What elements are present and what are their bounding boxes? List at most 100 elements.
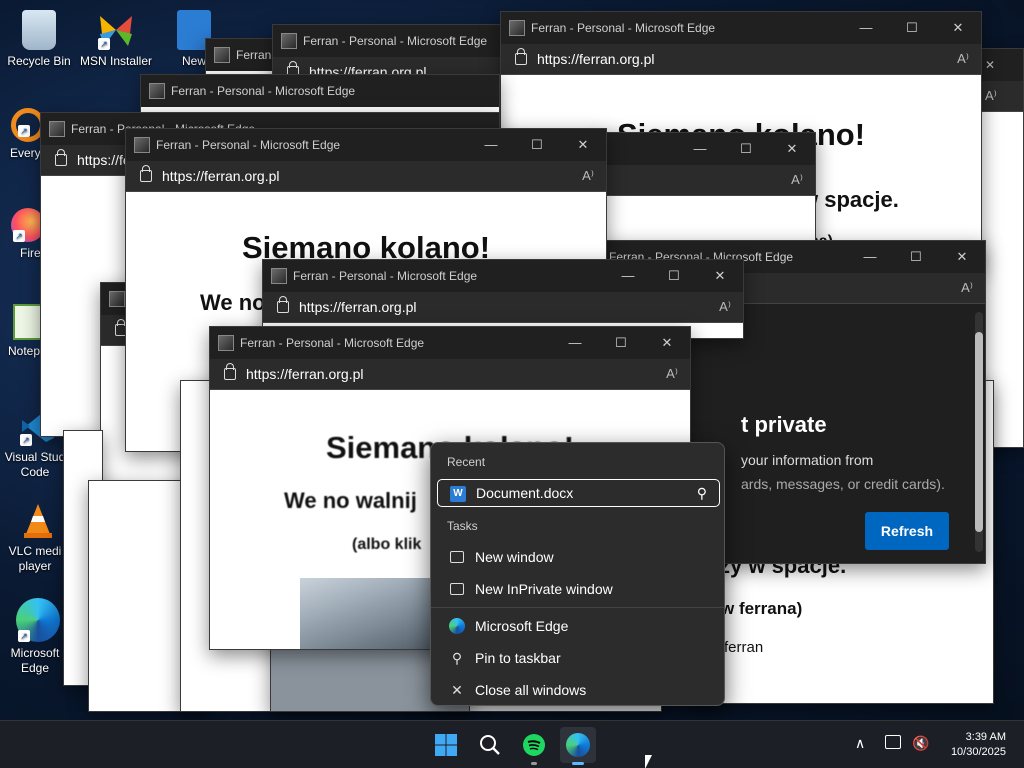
close-icon[interactable]: ✕ <box>985 58 995 72</box>
separator <box>431 607 724 608</box>
windows-logo-icon <box>435 734 457 756</box>
maximize-icon[interactable]: ☐ <box>893 241 939 273</box>
desktop-icon-msn-installer[interactable]: ↗ MSN Installer <box>78 10 154 69</box>
search-button[interactable] <box>472 727 508 763</box>
running-indicator <box>572 762 584 765</box>
lock-icon <box>140 165 152 182</box>
maximize-icon[interactable]: ☐ <box>514 129 560 161</box>
favicon <box>49 121 65 137</box>
jumplist-tasks-header: Tasks <box>447 519 478 533</box>
address-url[interactable]: https://ferran.org.pl <box>299 299 417 315</box>
shortcut-arrow-icon: ↗ <box>20 434 32 446</box>
jumplist-item-pin-to-taskbar[interactable]: ⚲ Pin to taskbar <box>437 644 720 672</box>
lock-icon <box>55 149 67 166</box>
network-icon[interactable] <box>885 735 901 749</box>
maximize-icon[interactable]: ☐ <box>651 260 697 292</box>
close-icon[interactable]: ✕ <box>644 327 690 359</box>
favicon <box>509 20 525 36</box>
read-aloud-icon[interactable]: A⁾ <box>961 280 973 296</box>
scrollbar[interactable] <box>975 312 983 552</box>
refresh-button[interactable]: Refresh <box>865 512 949 550</box>
desktop-icon-label: Microsoft Edge <box>10 646 60 675</box>
edge-taskbar-button[interactable] <box>560 727 596 765</box>
shortcut-arrow-icon: ↗ <box>18 125 30 137</box>
close-icon[interactable]: ✕ <box>769 133 815 165</box>
jumplist-item-new-inprivate[interactable]: New InPrivate window <box>437 575 720 603</box>
system-clock[interactable]: 3:39 AM 10/30/2025 <box>951 730 1006 760</box>
desktop-icon-label: MSN Installer <box>79 54 153 68</box>
desktop-icon-recycle-bin[interactable]: Recycle Bin <box>1 10 77 69</box>
speaker-muted-icon[interactable]: 🔇 <box>912 735 929 752</box>
favicon <box>149 83 165 99</box>
window-title: Ferran - Personal - Microsoft Edge <box>240 336 425 350</box>
running-indicator <box>531 762 537 765</box>
close-icon: ✕ <box>451 682 463 698</box>
favicon <box>134 137 150 153</box>
inprivate-window-icon <box>450 583 464 595</box>
read-aloud-icon[interactable]: A⁾ <box>791 172 803 188</box>
window-title: Ferran <box>236 48 272 62</box>
minimize-icon[interactable]: — <box>677 133 723 165</box>
recycle-bin-icon <box>22 10 56 50</box>
spotify-taskbar-button[interactable] <box>516 727 552 765</box>
minimize-icon[interactable]: — <box>843 12 889 44</box>
maximize-icon[interactable]: ☐ <box>889 12 935 44</box>
read-aloud-icon[interactable]: A⁾ <box>582 168 594 184</box>
jumplist-item-microsoft-edge[interactable]: Microsoft Edge <box>437 612 720 640</box>
minimize-icon[interactable]: — <box>468 129 514 161</box>
read-aloud-icon[interactable]: A⁾ <box>719 299 731 315</box>
window-title: Ferran - Personal - Microsoft Edge <box>171 84 356 98</box>
window-title: Ferran - Personal - Microsoft Edge <box>531 21 716 35</box>
edge-icon <box>566 733 590 757</box>
private-dialog-text: your information from <box>741 452 874 468</box>
read-aloud-icon[interactable]: A⁾ <box>957 51 969 67</box>
favicon <box>271 268 287 284</box>
minimize-icon[interactable]: — <box>552 327 598 359</box>
close-icon[interactable]: ✕ <box>935 12 981 44</box>
spotify-icon <box>523 734 545 756</box>
favicon <box>214 47 230 63</box>
minimize-icon[interactable]: — <box>847 241 893 273</box>
shortcut-arrow-icon: ↗ <box>98 38 110 50</box>
address-url[interactable]: https://ferran.org.pl <box>246 366 364 382</box>
jumplist-item-close-all[interactable]: ✕ Close all windows <box>437 676 720 704</box>
jumplist-item-label: New window <box>475 549 554 565</box>
close-icon[interactable]: ✕ <box>939 241 985 273</box>
read-aloud-icon[interactable]: A⁾ <box>666 366 678 382</box>
jumplist-item-label: Pin to taskbar <box>475 650 561 666</box>
word-doc-icon: W <box>450 486 466 502</box>
favicon <box>281 33 297 49</box>
page-text: w ferrana) <box>721 599 803 618</box>
desktop-icon-label: VLC medi player <box>8 544 62 573</box>
address-url[interactable]: https://ferran.org.pl <box>537 51 655 67</box>
jumplist-item-label: Document.docx <box>476 485 574 501</box>
lock-icon <box>515 48 527 65</box>
pin-icon[interactable]: ⚲ <box>697 485 707 502</box>
desktop-icon-label: Visual Stud Code <box>4 450 66 479</box>
maximize-icon[interactable]: ☐ <box>598 327 644 359</box>
shortcut-arrow-icon: ↗ <box>18 630 30 642</box>
minimize-icon[interactable]: — <box>605 260 651 292</box>
jumplist-item-label: Microsoft Edge <box>475 618 569 634</box>
start-button[interactable] <box>428 727 464 763</box>
show-hidden-icons-chevron[interactable]: ∧ <box>855 735 865 752</box>
jumplist-recent-header: Recent <box>447 455 486 469</box>
close-icon[interactable]: ✕ <box>697 260 743 292</box>
desktop: Recycle Bin ↗ MSN Installer New ↗ Everyt… <box>0 0 1024 720</box>
window-title: Ferran - Personal - Microsoft Edge <box>293 269 478 283</box>
read-aloud-icon[interactable]: A⁾ <box>985 88 997 104</box>
vlc-cone-icon <box>18 500 58 540</box>
shark-image <box>300 578 432 649</box>
taskbar-jump-list: Recent W Document.docx ⚲ Tasks New windo… <box>430 442 725 706</box>
maximize-icon[interactable]: ☐ <box>723 133 769 165</box>
jumplist-item-new-window[interactable]: New window <box>437 543 720 571</box>
favicon <box>218 335 234 351</box>
msn-butterfly-icon: ↗ <box>96 10 136 50</box>
close-icon[interactable]: ✕ <box>560 129 606 161</box>
shortcut-arrow-icon: ↗ <box>13 230 25 242</box>
jumplist-item-document[interactable]: W Document.docx ⚲ <box>437 479 720 507</box>
address-url[interactable]: https://ferran.org.pl <box>162 168 280 184</box>
window-title: Ferran - Personal - Microsoft Edge <box>156 138 341 152</box>
jumplist-item-label: New InPrivate window <box>475 581 613 597</box>
scrollbar-thumb[interactable] <box>975 332 983 532</box>
